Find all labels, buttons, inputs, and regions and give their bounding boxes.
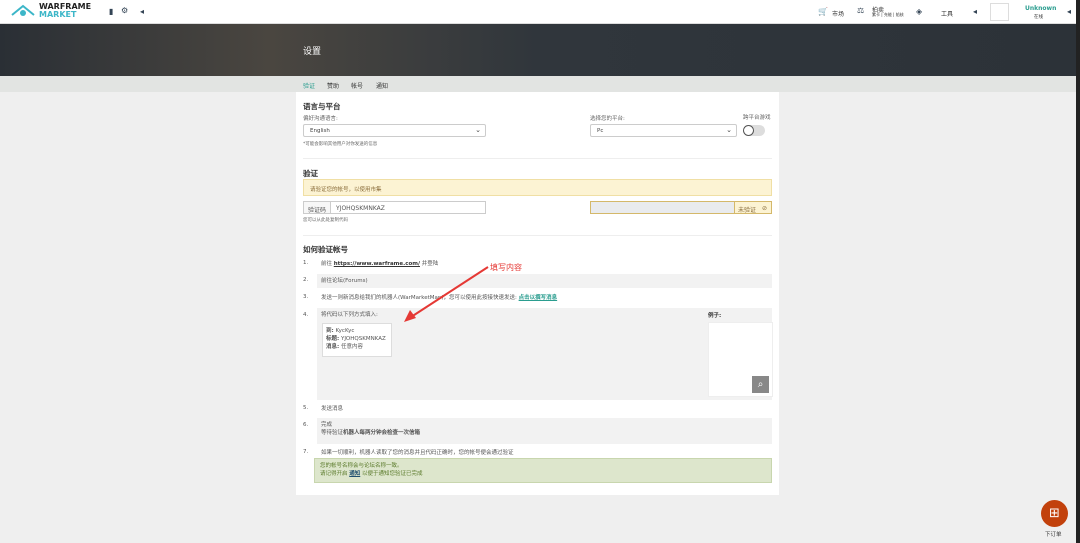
avatar[interactable] (990, 3, 1009, 21)
step-5: 5. 发送消息 (303, 405, 772, 415)
step-text: 完成 (321, 422, 333, 428)
nav-auction-sub: 紫卡 | 充能 | 船核 (872, 12, 904, 17)
message-value: 任意内容 (340, 344, 363, 350)
top-nav: WARFRAME MARKET ▮ ⚙ ◂ 🛒 市场 ⚖ 拍卖 紫卡 | 充能 |… (0, 0, 1076, 24)
step-number: 4. (303, 312, 309, 318)
logo-text-sub: MARKET (39, 10, 77, 19)
settings-tabs: 验证 赞助 帐号 通知 (0, 76, 1076, 95)
gem-icon[interactable]: ◈ (916, 7, 922, 16)
note-line: 您的帐号名称会与论坛名称一致。 (320, 463, 403, 469)
divider (303, 235, 772, 236)
success-note: 您的帐号名称会与论坛名称一致。 请记得开启 通知 以便于通知您验证已完成 (314, 458, 772, 483)
scrollbar[interactable] (1076, 0, 1080, 543)
step-number: 6. (303, 422, 309, 428)
tab-account[interactable]: 帐号 (351, 81, 363, 90)
code-label: 验证码 (304, 202, 332, 214)
step-text: 前往论坛(Forums) (317, 274, 772, 288)
notifications-link[interactable]: 通知 (349, 471, 360, 477)
example-image[interactable]: ⌕ (708, 322, 773, 397)
crossplay-label: 跨平台游戏 (743, 115, 771, 121)
place-order-button[interactable]: ⊞ (1041, 500, 1068, 527)
to-label: 到: (326, 328, 334, 334)
user-status: 在线 (1034, 15, 1043, 20)
to-value: KycKyc (335, 328, 355, 334)
tab-sponsor[interactable]: 赞助 (327, 81, 339, 90)
status-text: 未验证 (738, 207, 757, 214)
platform-select[interactable]: Pc (590, 124, 737, 137)
caret-icon[interactable]: ◂ (973, 7, 977, 16)
step-text: 发送消息 (321, 406, 344, 412)
clock-icon: ⊘ (761, 205, 767, 212)
step-number: 2. (303, 277, 309, 283)
step-text: 将代码以下列方式填入: (321, 312, 378, 318)
code-note: 您可以从此处复制代码 (303, 218, 348, 223)
hero-banner: 设置 (0, 24, 1076, 76)
step-number: 1. (303, 260, 309, 266)
pref-language-label: 偏好沟通语言: (303, 116, 338, 122)
crossplay-toggle[interactable] (743, 125, 765, 136)
auction-icon: ⚖ (857, 6, 865, 15)
subject-label: 标题: (326, 336, 340, 342)
pref-language-note: *可能会影响其他用户对你发送的信息 (303, 142, 378, 147)
page-title: 设置 (303, 47, 322, 57)
plus-square-icon: ⊞ (1049, 506, 1060, 521)
step-number: 7. (303, 449, 309, 455)
howto-heading: 如何验证帐号 (303, 245, 348, 254)
step-text: 前往 (321, 261, 334, 267)
mobile-icon[interactable]: ▮ (109, 7, 113, 16)
cart-icon: 🛒 (818, 7, 828, 16)
code-value[interactable]: YJOHQSKMNKAZ (331, 202, 390, 213)
annotation-label: 填写内容 (490, 263, 522, 272)
note-text: 以便于通知您验证已完成 (360, 471, 423, 477)
user-name[interactable]: Unknown (1025, 5, 1056, 12)
verify-status-input (590, 201, 735, 214)
platform-label: 选择您的平台: (590, 116, 625, 122)
verify-heading: 验证 (303, 169, 318, 178)
message-template: 到: KycKyc 标题: YJOHQSKMNKAZ 消息: 任意内容 (322, 323, 392, 357)
verify-warning: 请验证您的帐号，以使用市集 (303, 179, 772, 196)
message-label: 消息: (326, 344, 340, 350)
step-text: 等待验证 (321, 430, 344, 436)
nav-tools[interactable]: 工具 (941, 9, 953, 18)
subject-value: YJOHQSKMNKAZ (340, 336, 386, 342)
step-number: 3. (303, 294, 309, 300)
example-label: 例子: (708, 313, 722, 319)
step-text-bold: 机器人每两分钟会检查一次信箱 (343, 430, 421, 436)
logo[interactable]: WARFRAME MARKET (10, 3, 91, 19)
zoom-icon[interactable]: ⌕ (752, 376, 769, 393)
collapse-icon[interactable]: ◂ (140, 7, 144, 16)
language-heading: 语言与平台 (303, 102, 341, 111)
settings-icon[interactable]: ⚙ (121, 6, 128, 15)
step-number: 5. (303, 405, 309, 411)
logo-icon (11, 4, 35, 16)
caret-icon[interactable]: ◂ (1067, 7, 1071, 16)
verify-status-badge: 未验证 ⊘ (734, 201, 772, 214)
tab-notifications[interactable]: 通知 (376, 81, 388, 90)
nav-market[interactable]: 市场 (832, 9, 844, 18)
verification-code-field[interactable]: 验证码 YJOHQSKMNKAZ (303, 201, 486, 214)
place-order-label: 下订单 (1045, 532, 1062, 538)
divider (303, 158, 772, 159)
note-text: 请记得开启 (320, 471, 350, 477)
pref-language-select[interactable]: English (303, 124, 486, 137)
step-6: 6. 完成等待验证机器人每两分钟会检查一次信箱 (303, 418, 772, 444)
